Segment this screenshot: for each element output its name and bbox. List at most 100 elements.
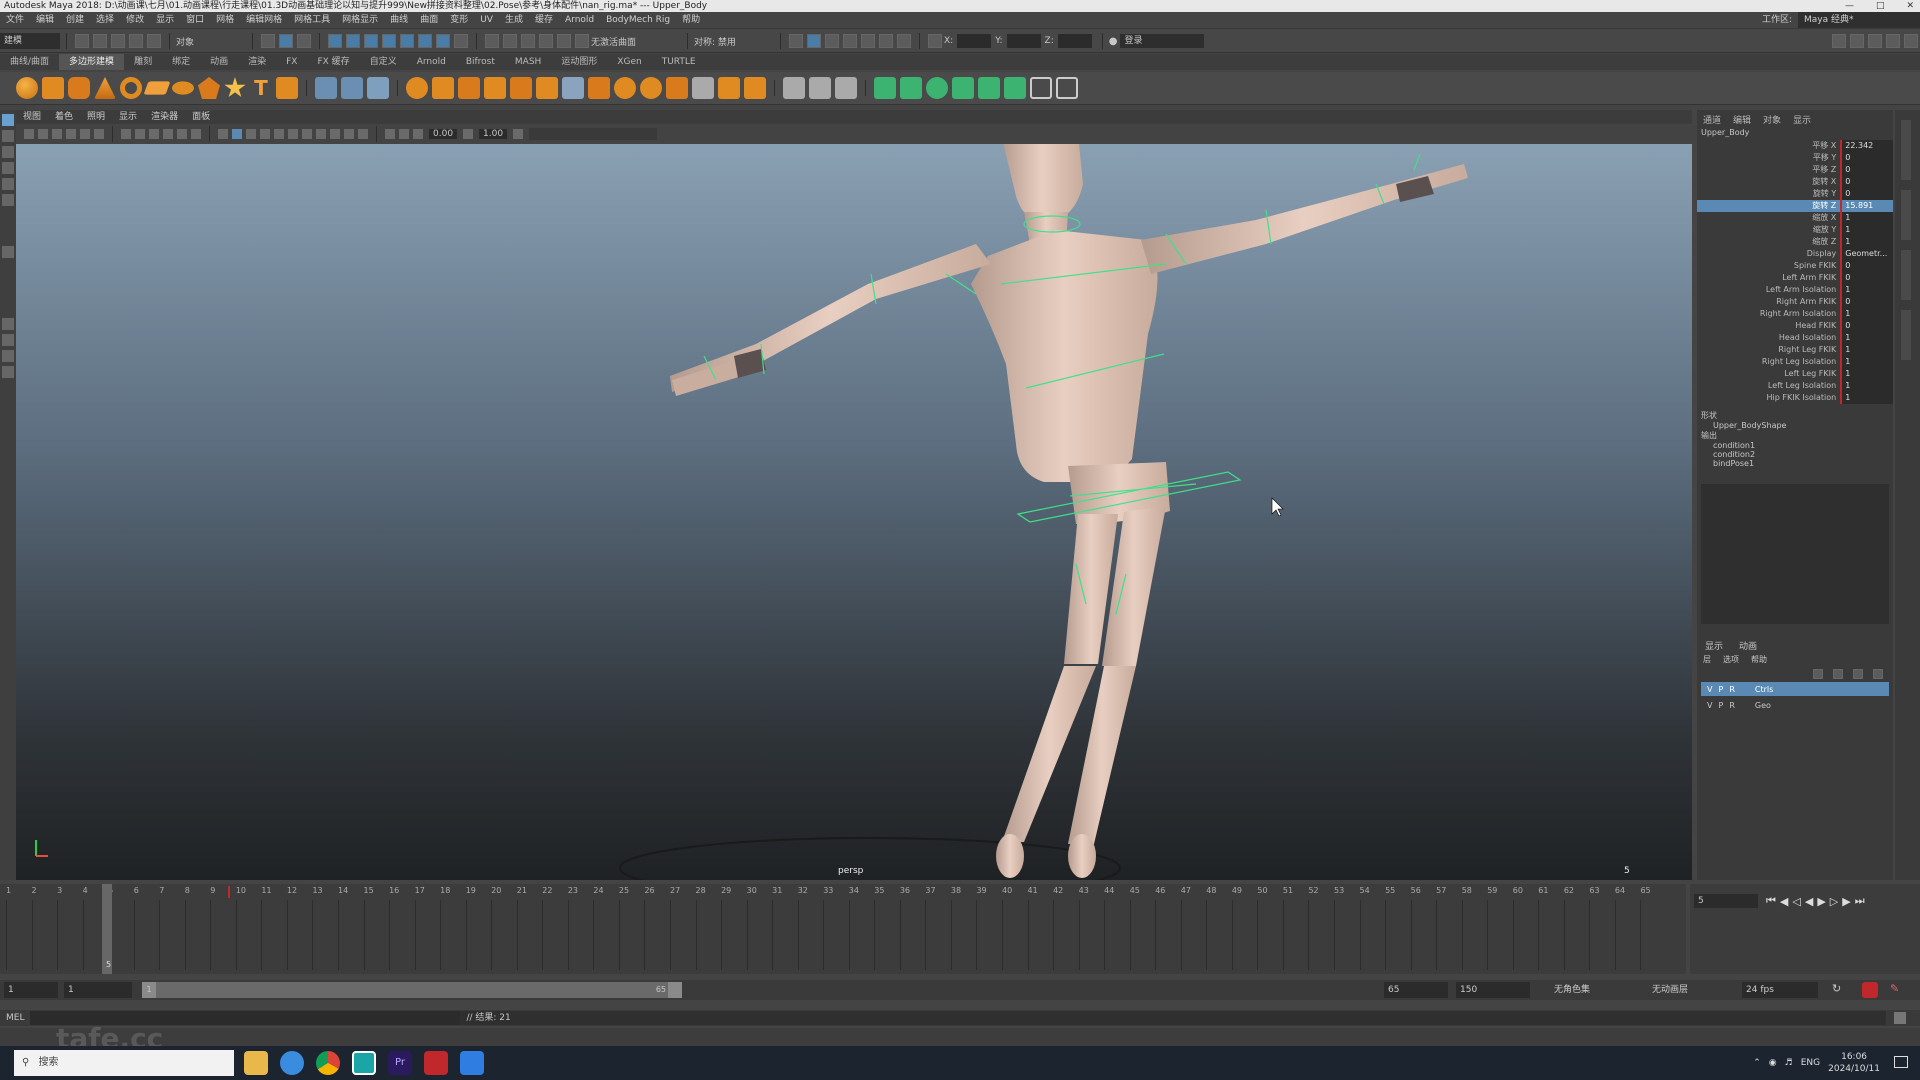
shelf-tab-polygon-modeling[interactable]: 多边形建模: [59, 54, 125, 70]
quad-draw-icon[interactable]: [783, 77, 805, 99]
cb-attribute-name[interactable]: Head Isolation: [1697, 332, 1840, 344]
cb-attribute-row[interactable]: 平移 Y0: [1697, 152, 1893, 164]
shelf-tab-arnold[interactable]: Arnold: [407, 54, 456, 70]
login-button[interactable]: 登录: [1120, 34, 1205, 48]
cb-object-name[interactable]: Upper_Body: [1697, 128, 1893, 140]
cb-attribute-name[interactable]: Left Arm FKIK: [1697, 272, 1840, 284]
mask-curves-icon[interactable]: [364, 34, 378, 48]
uv-cut-icon[interactable]: [1030, 77, 1052, 99]
field-x-input[interactable]: [957, 34, 992, 48]
isolate-select-icon[interactable]: [385, 129, 395, 139]
cb-attribute-name[interactable]: 缩放 X: [1697, 212, 1840, 224]
lock-layout-icon[interactable]: [1904, 34, 1918, 48]
cb-attribute-row[interactable]: Hip FKIK Isolation 1: [1697, 392, 1893, 404]
menu-edit[interactable]: 编辑: [30, 12, 60, 28]
layout-two-icon[interactable]: [2, 350, 14, 362]
cb-attribute-row[interactable]: Head Isolation 1: [1697, 332, 1893, 344]
gamma-icon[interactable]: [463, 129, 474, 139]
poly-cylinder-icon[interactable]: [68, 77, 90, 99]
anti-alias-icon[interactable]: [358, 129, 368, 139]
cb-attribute-value[interactable]: 0: [1840, 152, 1893, 164]
cb-attribute-name[interactable]: 旋转 X: [1697, 176, 1840, 188]
wps-icon[interactable]: [424, 1051, 448, 1075]
character-head[interactable]: [1001, 144, 1083, 223]
cb-attribute-row[interactable]: Left Arm FKIK 0: [1697, 272, 1893, 284]
cb-attribute-value[interactable]: 1: [1840, 344, 1893, 356]
new-scene-icon[interactable]: [75, 34, 89, 48]
cb-attribute-value[interactable]: 1: [1840, 308, 1893, 320]
menu-mesh-tools[interactable]: 网格工具: [288, 12, 336, 28]
uv-spherical-icon[interactable]: [926, 77, 948, 99]
cb-menu-object[interactable]: 对象: [1757, 113, 1787, 126]
insert-loop-icon[interactable]: [614, 77, 636, 99]
language-indicator[interactable]: ENG: [1801, 1058, 1820, 1068]
side-tab-attribute-editor[interactable]: [1901, 190, 1911, 240]
cb-menu-show[interactable]: 显示: [1787, 113, 1817, 126]
network-icon[interactable]: ◉: [1769, 1058, 1777, 1068]
cb-attribute-value[interactable]: 0: [1840, 188, 1893, 200]
rotate-tool-icon[interactable]: [2, 178, 14, 190]
cb-attribute-row[interactable]: 缩放 Z1: [1697, 236, 1893, 248]
cb-attribute-name[interactable]: 旋转 Y: [1697, 188, 1840, 200]
character-body[interactable]: [670, 144, 1468, 878]
layer-row[interactable]: V P R Ctrls: [1701, 682, 1889, 696]
layout-outliner-icon[interactable]: [2, 366, 14, 378]
target-weld-icon[interactable]: [666, 77, 688, 99]
cb-attribute-value[interactable]: 0: [1840, 164, 1893, 176]
cb-attribute-name[interactable]: Head FKIK: [1697, 320, 1840, 332]
exposure-icon[interactable]: [413, 129, 423, 139]
layer-move-down-icon[interactable]: [1833, 669, 1843, 679]
uv-sew-icon[interactable]: [1056, 77, 1078, 99]
workspace-select[interactable]: Maya 经典*: [1798, 12, 1920, 28]
maya-app-icon[interactable]: [352, 1051, 376, 1075]
cb-attribute-name[interactable]: Display: [1697, 248, 1840, 260]
boolean-icon[interactable]: [406, 77, 428, 99]
snap-point-icon[interactable]: [521, 34, 535, 48]
wireframe-on-shaded-icon[interactable]: [260, 129, 270, 139]
shelf-tab-bifrost[interactable]: Bifrost: [456, 54, 505, 70]
ambient-occlusion-icon[interactable]: [330, 129, 340, 139]
bridge-icon[interactable]: [458, 77, 480, 99]
svg-tool-icon[interactable]: [276, 77, 298, 99]
edge-browser-icon[interactable]: [280, 1051, 304, 1075]
mode-select[interactable]: 建模: [0, 33, 60, 49]
cb-attribute-row[interactable]: Left Arm Isolation 1: [1697, 284, 1893, 296]
layout-single-icon[interactable]: [2, 318, 14, 330]
shelf-tab-xgen[interactable]: XGen: [607, 54, 651, 70]
cb-attribute-value[interactable]: Geometr...: [1840, 248, 1893, 260]
menu-mesh-display[interactable]: 网格显示: [336, 12, 384, 28]
character-set-select[interactable]: 无角色集: [1550, 982, 1634, 998]
anim-end-field[interactable]: 150: [1456, 982, 1530, 998]
extrude-icon[interactable]: [432, 77, 454, 99]
bevel-icon[interactable]: [484, 77, 506, 99]
cb-attribute-row[interactable]: Head FKIK 0: [1697, 320, 1893, 332]
menu-cache[interactable]: 缓存: [529, 12, 559, 28]
snap-surface-icon[interactable]: [557, 34, 571, 48]
separate-icon[interactable]: [341, 77, 363, 99]
type-tool-icon[interactable]: T: [250, 77, 272, 99]
shelf-tab-curves[interactable]: 曲线/曲面: [0, 54, 59, 70]
cb-attribute-name[interactable]: Left Leg FKIK: [1697, 368, 1840, 380]
vp-menu-lighting[interactable]: 照明: [80, 110, 112, 124]
shelf-tab-fx[interactable]: FX: [276, 54, 307, 70]
color-management-icon[interactable]: [513, 129, 524, 139]
xray-icon[interactable]: [274, 129, 284, 139]
camera-select-icon[interactable]: [24, 129, 34, 139]
close-button[interactable]: ✕: [1906, 0, 1914, 12]
field-chart-icon[interactable]: [177, 129, 187, 139]
view-transform-select[interactable]: [529, 128, 658, 140]
safe-action-icon[interactable]: [191, 129, 201, 139]
ipr-render-icon[interactable]: [843, 34, 857, 48]
menu-arnold[interactable]: Arnold: [559, 12, 600, 28]
character-torso[interactable]: [971, 230, 1158, 482]
layer-row[interactable]: V P R Geo: [1701, 698, 1889, 712]
gamma-value[interactable]: 1.00: [479, 129, 508, 139]
side-tab-modeling-toolkit[interactable]: [1901, 310, 1911, 360]
bookmark-icon[interactable]: [52, 129, 62, 139]
cb-attribute-value[interactable]: 1: [1840, 284, 1893, 296]
resolution-gate-icon[interactable]: [149, 129, 159, 139]
shelf-tab-animation[interactable]: 动画: [200, 54, 238, 70]
relax-icon[interactable]: [835, 77, 857, 99]
offset-loop-icon[interactable]: [640, 77, 662, 99]
vp-menu-panels[interactable]: 面板: [185, 110, 217, 124]
